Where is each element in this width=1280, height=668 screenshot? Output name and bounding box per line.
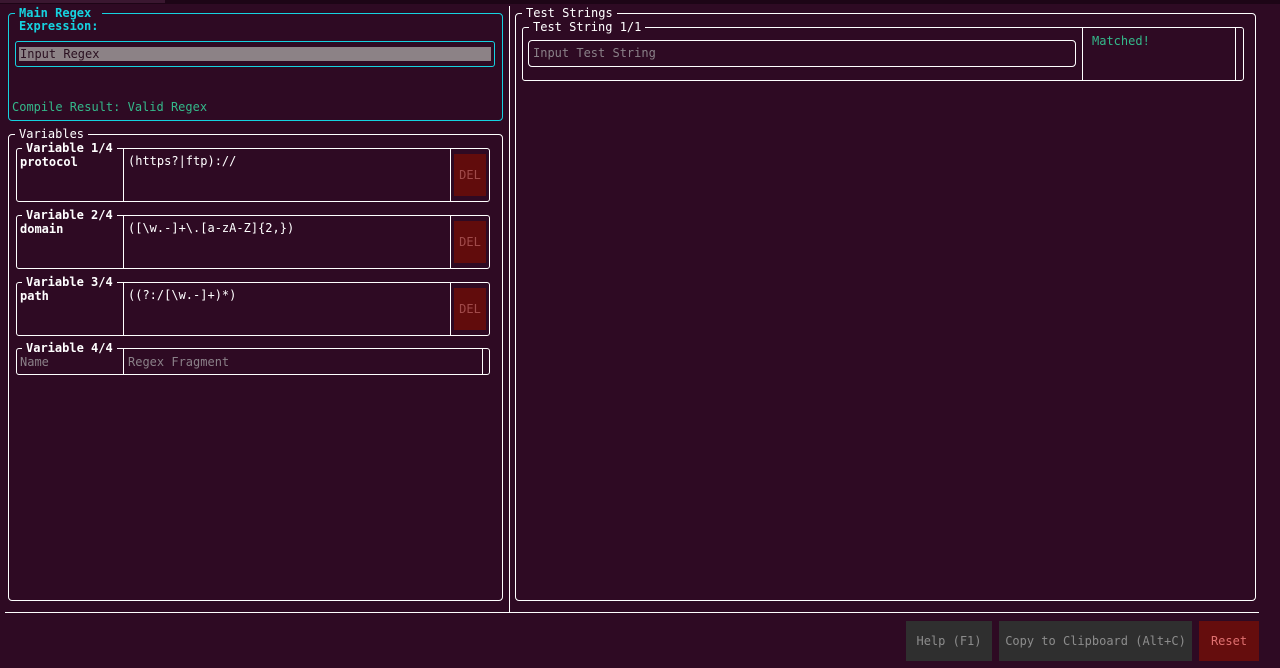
variable-3-name[interactable]: path	[20, 290, 49, 303]
main-regex-input[interactable]: Input Regex	[15, 41, 495, 67]
variable-2-regex[interactable]: ([\w.-]+\.[a-zA-Z]{2,})	[128, 222, 294, 235]
panel-divider	[509, 6, 510, 613]
variable-new-separator	[123, 349, 124, 374]
variable-3-regex[interactable]: ((?:/[\w.-]+)*)	[128, 289, 236, 302]
test-strings-title: Test Strings	[522, 7, 617, 20]
main-regex-panel: Main Regex Expression: Input Regex Compi…	[8, 7, 503, 121]
test-string-separator	[1082, 28, 1083, 80]
variable-2-separator	[123, 216, 124, 268]
variable-regex-input[interactable]: Regex Fragment	[128, 356, 229, 369]
copy-to-clipboard-button[interactable]: Copy to Clipboard (Alt+C)	[999, 621, 1192, 661]
variable-3-del-separator	[450, 283, 451, 335]
window-tab	[0, 0, 165, 3]
variable-new-legend: Variable 4/4	[22, 342, 117, 355]
variable-3-delete-button[interactable]: DEL	[454, 288, 486, 330]
variable-3-legend: Variable 3/4	[22, 276, 117, 289]
variable-1-legend: Variable 1/4	[22, 142, 117, 155]
variable-new-right-separator	[482, 349, 483, 374]
variable-1-regex[interactable]: (https?|ftp)://	[128, 155, 236, 168]
variable-1-name[interactable]: protocol	[20, 156, 78, 169]
test-string-1-legend: Test String 1/1	[529, 21, 646, 34]
variable-1-separator	[123, 149, 124, 201]
variable-1-delete-button[interactable]: DEL	[454, 154, 486, 196]
test-string-right-separator	[1235, 28, 1236, 80]
footer-divider	[5, 612, 1259, 613]
test-string-input[interactable]: Input Test String	[528, 40, 1076, 67]
regex-input-placeholder: Input Regex	[20, 47, 100, 61]
main-regex-title: Main Regex Expression:	[15, 7, 103, 33]
variables-title: Variables	[15, 128, 89, 141]
test-string-placeholder: Input Test String	[533, 46, 656, 60]
variable-3-separator	[123, 283, 124, 335]
reset-button[interactable]: Reset	[1199, 621, 1259, 661]
variable-2-name[interactable]: domain	[20, 223, 63, 236]
test-strings-panel: Test Strings Test String 1/1 Input Test …	[515, 7, 1256, 601]
help-button[interactable]: Help (F1)	[906, 621, 992, 661]
variable-2-legend: Variable 2/4	[22, 209, 117, 222]
variable-1: Variable 1/4 protocol (https?|ftp):// DE…	[16, 142, 490, 202]
variables-panel: Variables Variable 1/4 protocol (https?|…	[8, 128, 503, 601]
variable-3: Variable 3/4 path ((?:/[\w.-]+)*) DEL	[16, 276, 490, 336]
variable-2-delete-button[interactable]: DEL	[454, 221, 486, 263]
variable-2-del-separator	[450, 216, 451, 268]
variable-new: Variable 4/4 Name Regex Fragment	[16, 342, 490, 375]
compile-result: Compile Result: Valid Regex	[12, 100, 208, 114]
variable-name-input[interactable]: Name	[20, 356, 49, 369]
variable-2: Variable 2/4 domain ([\w.-]+\.[a-zA-Z]{2…	[16, 209, 490, 269]
top-bar	[0, 0, 1280, 4]
match-status: Matched!	[1092, 34, 1150, 48]
variable-1-del-separator	[450, 149, 451, 201]
test-string-1: Test String 1/1 Input Test String Matche…	[522, 21, 1244, 81]
